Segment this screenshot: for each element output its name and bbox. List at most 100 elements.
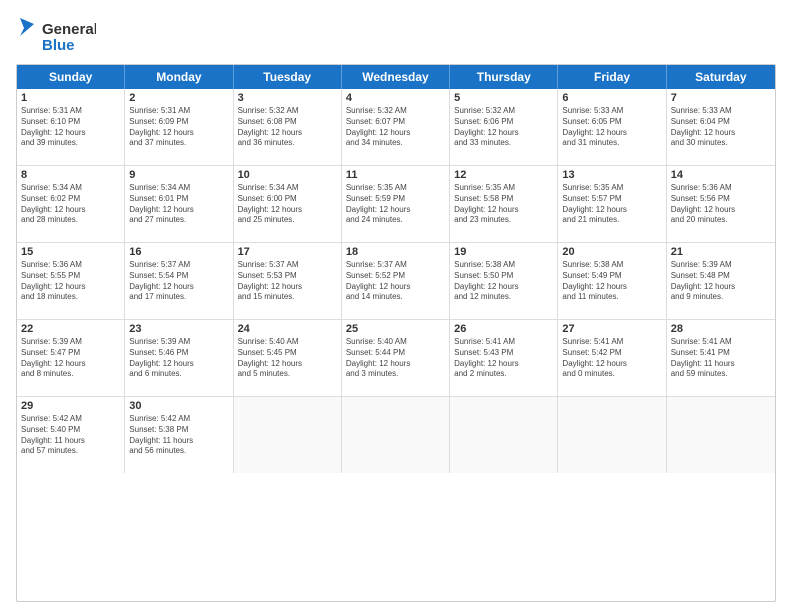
page-header: GeneralBlue bbox=[16, 16, 776, 56]
day-cell-25: 25 Sunrise: 5:40 AM Sunset: 5:44 PM Dayli… bbox=[342, 320, 450, 396]
day-number: 9 bbox=[129, 169, 228, 181]
calendar-week-4: 22 Sunrise: 5:39 AM Sunset: 5:47 PM Dayli… bbox=[17, 320, 775, 397]
day-info: Sunrise: 5:42 AM Sunset: 5:40 PM Dayligh… bbox=[21, 414, 120, 457]
day-cell-8: 8 Sunrise: 5:34 AM Sunset: 6:02 PM Daylig… bbox=[17, 166, 125, 242]
day-cell-6: 6Sunrise: 5:33 AM Sunset: 6:05 PM Daylig… bbox=[558, 89, 666, 165]
day-number: 12 bbox=[454, 169, 553, 181]
day-cell-10: 10Sunrise: 5:34 AM Sunset: 6:00 PM Dayli… bbox=[234, 166, 342, 242]
day-number: 23 bbox=[129, 323, 228, 335]
day-info: Sunrise: 5:36 AM Sunset: 5:56 PM Dayligh… bbox=[671, 183, 771, 226]
day-cell-23: 23 Sunrise: 5:39 AM Sunset: 5:46 PM Dayli… bbox=[125, 320, 233, 396]
day-cell-3: 3 Sunrise: 5:32 AM Sunset: 6:08 PM Daylig… bbox=[234, 89, 342, 165]
day-cell-9: 9Sunrise: 5:34 AM Sunset: 6:01 PM Daylig… bbox=[125, 166, 233, 242]
day-cell-29: 29 Sunrise: 5:42 AM Sunset: 5:40 PM Dayli… bbox=[17, 397, 125, 473]
day-number: 5 bbox=[454, 92, 553, 104]
day-number: 20 bbox=[562, 246, 661, 258]
day-info: Sunrise: 5:37 AM Sunset: 5:54 PM Dayligh… bbox=[129, 260, 228, 303]
day-info: Sunrise: 5:32 AM Sunset: 6:06 PM Dayligh… bbox=[454, 106, 553, 149]
day-cell-27: 27Sunrise: 5:41 AM Sunset: 5:42 PM Dayli… bbox=[558, 320, 666, 396]
calendar-body: 1Sunrise: 5:31 AM Sunset: 6:10 PM Daylig… bbox=[17, 89, 775, 473]
day-cell-24: 24 Sunrise: 5:40 AM Sunset: 5:45 PM Dayli… bbox=[234, 320, 342, 396]
day-cell-22: 22 Sunrise: 5:39 AM Sunset: 5:47 PM Dayli… bbox=[17, 320, 125, 396]
day-info: Sunrise: 5:38 AM Sunset: 5:50 PM Dayligh… bbox=[454, 260, 553, 303]
day-number: 13 bbox=[562, 169, 661, 181]
day-cell-11: 11 Sunrise: 5:35 AM Sunset: 5:59 PM Dayli… bbox=[342, 166, 450, 242]
day-number: 28 bbox=[671, 323, 771, 335]
day-info: Sunrise: 5:35 AM Sunset: 5:57 PM Dayligh… bbox=[562, 183, 661, 226]
day-number: 8 bbox=[21, 169, 120, 181]
day-number: 26 bbox=[454, 323, 553, 335]
day-cell-13: 13 Sunrise: 5:35 AM Sunset: 5:57 PM Dayli… bbox=[558, 166, 666, 242]
calendar: SundayMondayTuesdayWednesdayThursdayFrid… bbox=[16, 64, 776, 602]
day-cell-17: 17 Sunrise: 5:37 AM Sunset: 5:53 PM Dayli… bbox=[234, 243, 342, 319]
day-cell-empty bbox=[342, 397, 450, 473]
day-info: Sunrise: 5:33 AM Sunset: 6:05 PM Dayligh… bbox=[562, 106, 661, 149]
day-info: Sunrise: 5:38 AM Sunset: 5:49 PM Dayligh… bbox=[562, 260, 661, 303]
day-number: 29 bbox=[21, 400, 120, 412]
day-cell-28: 28 Sunrise: 5:41 AM Sunset: 5:41 PM Dayli… bbox=[667, 320, 775, 396]
day-info: Sunrise: 5:39 AM Sunset: 5:46 PM Dayligh… bbox=[129, 337, 228, 380]
day-cell-15: 15 Sunrise: 5:36 AM Sunset: 5:55 PM Dayli… bbox=[17, 243, 125, 319]
day-header-monday: Monday bbox=[125, 65, 233, 89]
day-info: Sunrise: 5:39 AM Sunset: 5:48 PM Dayligh… bbox=[671, 260, 771, 303]
day-info: Sunrise: 5:41 AM Sunset: 5:43 PM Dayligh… bbox=[454, 337, 553, 380]
day-number: 2 bbox=[129, 92, 228, 104]
calendar-header: SundayMondayTuesdayWednesdayThursdayFrid… bbox=[17, 65, 775, 89]
day-cell-1: 1Sunrise: 5:31 AM Sunset: 6:10 PM Daylig… bbox=[17, 89, 125, 165]
day-info: Sunrise: 5:36 AM Sunset: 5:55 PM Dayligh… bbox=[21, 260, 120, 303]
svg-text:General: General bbox=[42, 21, 96, 38]
day-info: Sunrise: 5:40 AM Sunset: 5:45 PM Dayligh… bbox=[238, 337, 337, 380]
day-cell-16: 16 Sunrise: 5:37 AM Sunset: 5:54 PM Dayli… bbox=[125, 243, 233, 319]
day-number: 11 bbox=[346, 169, 445, 181]
day-number: 17 bbox=[238, 246, 337, 258]
day-number: 22 bbox=[21, 323, 120, 335]
day-number: 21 bbox=[671, 246, 771, 258]
day-cell-21: 21 Sunrise: 5:39 AM Sunset: 5:48 PM Dayli… bbox=[667, 243, 775, 319]
day-header-friday: Friday bbox=[558, 65, 666, 89]
day-cell-19: 19Sunrise: 5:38 AM Sunset: 5:50 PM Dayli… bbox=[450, 243, 558, 319]
day-header-saturday: Saturday bbox=[667, 65, 775, 89]
day-cell-empty bbox=[234, 397, 342, 473]
day-cell-4: 4Sunrise: 5:32 AM Sunset: 6:07 PM Daylig… bbox=[342, 89, 450, 165]
day-cell-12: 12 Sunrise: 5:35 AM Sunset: 5:58 PM Dayli… bbox=[450, 166, 558, 242]
day-cell-2: 2 Sunrise: 5:31 AM Sunset: 6:09 PM Daylig… bbox=[125, 89, 233, 165]
day-cell-18: 18Sunrise: 5:37 AM Sunset: 5:52 PM Dayli… bbox=[342, 243, 450, 319]
day-info: Sunrise: 5:33 AM Sunset: 6:04 PM Dayligh… bbox=[671, 106, 771, 149]
day-header-thursday: Thursday bbox=[450, 65, 558, 89]
day-number: 25 bbox=[346, 323, 445, 335]
day-number: 30 bbox=[129, 400, 228, 412]
day-cell-26: 26 Sunrise: 5:41 AM Sunset: 5:43 PM Dayli… bbox=[450, 320, 558, 396]
day-info: Sunrise: 5:35 AM Sunset: 5:58 PM Dayligh… bbox=[454, 183, 553, 226]
day-cell-20: 20 Sunrise: 5:38 AM Sunset: 5:49 PM Dayli… bbox=[558, 243, 666, 319]
day-number: 16 bbox=[129, 246, 228, 258]
day-header-wednesday: Wednesday bbox=[342, 65, 450, 89]
day-info: Sunrise: 5:39 AM Sunset: 5:47 PM Dayligh… bbox=[21, 337, 120, 380]
day-info: Sunrise: 5:40 AM Sunset: 5:44 PM Dayligh… bbox=[346, 337, 445, 380]
day-number: 27 bbox=[562, 323, 661, 335]
day-info: Sunrise: 5:37 AM Sunset: 5:52 PM Dayligh… bbox=[346, 260, 445, 303]
day-cell-5: 5 Sunrise: 5:32 AM Sunset: 6:06 PM Daylig… bbox=[450, 89, 558, 165]
day-header-tuesday: Tuesday bbox=[234, 65, 342, 89]
day-info: Sunrise: 5:32 AM Sunset: 6:07 PM Dayligh… bbox=[346, 106, 445, 149]
calendar-week-3: 15 Sunrise: 5:36 AM Sunset: 5:55 PM Dayli… bbox=[17, 243, 775, 320]
day-info: Sunrise: 5:31 AM Sunset: 6:09 PM Dayligh… bbox=[129, 106, 228, 149]
day-number: 3 bbox=[238, 92, 337, 104]
calendar-week-1: 1Sunrise: 5:31 AM Sunset: 6:10 PM Daylig… bbox=[17, 89, 775, 166]
day-info: Sunrise: 5:41 AM Sunset: 5:41 PM Dayligh… bbox=[671, 337, 771, 380]
day-cell-empty bbox=[558, 397, 666, 473]
day-cell-empty bbox=[667, 397, 775, 473]
day-cell-14: 14 Sunrise: 5:36 AM Sunset: 5:56 PM Dayli… bbox=[667, 166, 775, 242]
day-number: 15 bbox=[21, 246, 120, 258]
day-cell-30: 30 Sunrise: 5:42 AM Sunset: 5:38 PM Dayli… bbox=[125, 397, 233, 473]
day-info: Sunrise: 5:34 AM Sunset: 6:02 PM Dayligh… bbox=[21, 183, 120, 226]
day-info: Sunrise: 5:35 AM Sunset: 5:59 PM Dayligh… bbox=[346, 183, 445, 226]
day-info: Sunrise: 5:32 AM Sunset: 6:08 PM Dayligh… bbox=[238, 106, 337, 149]
day-number: 10 bbox=[238, 169, 337, 181]
day-number: 14 bbox=[671, 169, 771, 181]
day-number: 24 bbox=[238, 323, 337, 335]
day-info: Sunrise: 5:37 AM Sunset: 5:53 PM Dayligh… bbox=[238, 260, 337, 303]
svg-text:Blue: Blue bbox=[42, 37, 75, 54]
logo: GeneralBlue bbox=[16, 16, 96, 56]
calendar-week-5: 29 Sunrise: 5:42 AM Sunset: 5:40 PM Dayli… bbox=[17, 397, 775, 473]
day-info: Sunrise: 5:42 AM Sunset: 5:38 PM Dayligh… bbox=[129, 414, 228, 457]
